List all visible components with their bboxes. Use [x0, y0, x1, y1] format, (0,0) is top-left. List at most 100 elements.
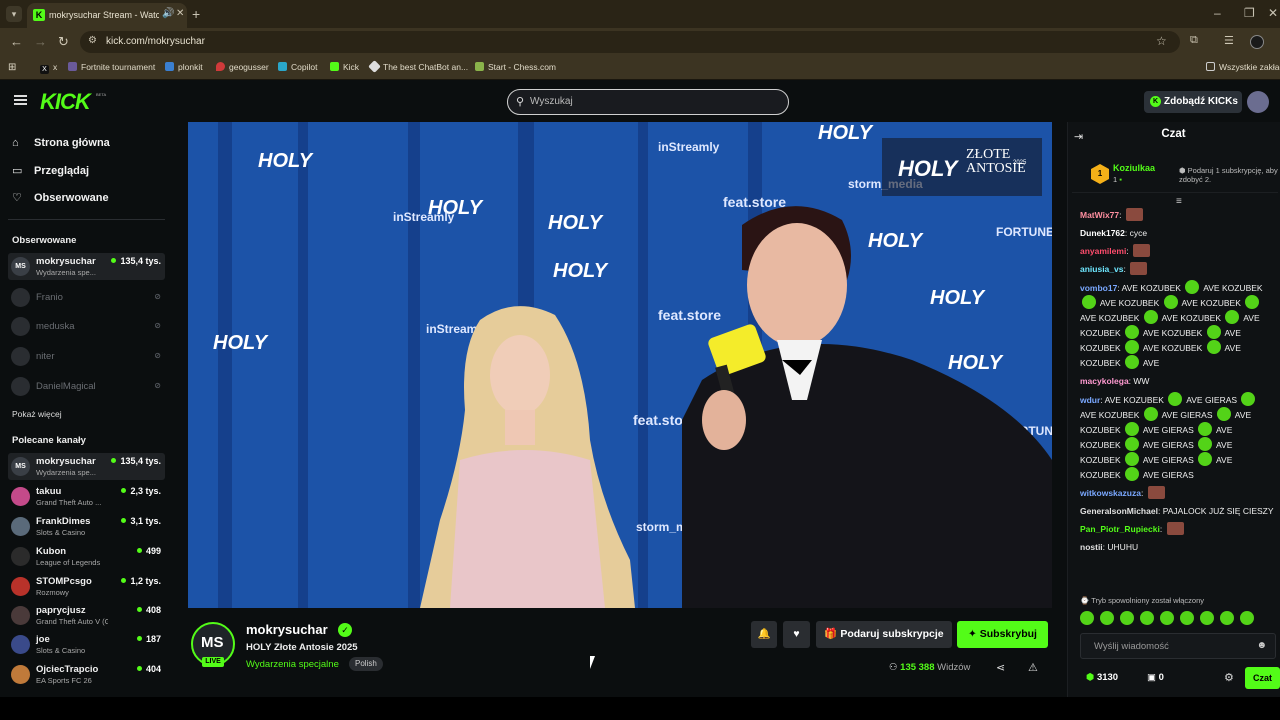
reload-icon[interactable]: ↻: [58, 34, 69, 50]
emote-icon[interactable]: [1080, 611, 1094, 625]
kicks-balance[interactable]: ▣ 0: [1147, 672, 1164, 683]
subscribe-button[interactable]: ✦ Subskrybuj: [957, 621, 1048, 648]
bookmark-plonkit[interactable]: plonkit: [165, 62, 203, 72]
send-chat-button[interactable]: Czat: [1245, 667, 1280, 689]
speaker-icon[interactable]: 🔊: [162, 8, 174, 19]
chat-input[interactable]: Wyślij wiadomość ☻: [1080, 633, 1276, 659]
close-window-icon[interactable]: ✕: [1268, 6, 1278, 20]
backdrop-logo: HOLY: [548, 212, 603, 234]
search-input[interactable]: ⚲ Wyszukaj: [507, 89, 789, 115]
chat-username[interactable]: Dunek1762: [1080, 228, 1125, 238]
nav-following[interactable]: ♡ Obserwowane: [12, 191, 109, 204]
url-field[interactable]: ⚙ kick.com/mokrysuchar: [80, 31, 1180, 53]
channel-category: EA Sports FC 26: [36, 676, 92, 685]
bookmark-kick[interactable]: Kick: [330, 62, 359, 72]
emote-icon[interactable]: [1120, 611, 1134, 625]
sidebar-icon[interactable]: ☰: [1224, 34, 1234, 47]
recommended-channel[interactable]: FrankDimes Slots & Casino 3,1 tys.: [8, 513, 165, 540]
emote-icon[interactable]: [1160, 611, 1174, 625]
minimize-icon[interactable]: –: [1214, 6, 1221, 20]
streamer-name[interactable]: mokrysuchar: [246, 622, 328, 637]
bookmark-chatbot[interactable]: The best ChatBot an...: [368, 60, 468, 73]
apps-icon[interactable]: ⊞: [8, 62, 16, 73]
following-channel[interactable]: meduska ⊘: [8, 313, 165, 340]
following-channel[interactable]: MS mokrysuchar Wydarzenia spe... 135,4 t…: [8, 253, 165, 280]
chat-username[interactable]: MatWix77: [1080, 210, 1119, 220]
recommended-channel[interactable]: MS mokrysuchar Wydarzenia spe... 135,4 tys.: [8, 453, 165, 480]
emote-icon[interactable]: [1220, 611, 1234, 625]
user-avatar[interactable]: [1247, 91, 1269, 113]
star-icon: ✦: [968, 628, 980, 640]
follow-button[interactable]: ♥: [783, 621, 810, 648]
site-info-icon[interactable]: ⚙: [88, 35, 97, 46]
menu-icon[interactable]: [14, 95, 27, 105]
language-tag[interactable]: Polish: [349, 657, 383, 671]
stream-title: HOLY Złote Antosie 2025: [246, 642, 358, 653]
nav-home[interactable]: ⌂ Strona główna: [12, 137, 110, 149]
bookmark-x[interactable]: Xx: [40, 62, 57, 74]
channel-points[interactable]: ⬢ 3130: [1086, 672, 1118, 683]
chat-username[interactable]: witkowskazuza: [1080, 488, 1141, 498]
bookmark-fortnite[interactable]: Fortnite tournament: [68, 62, 155, 72]
browser-tab-active[interactable]: K mokrysuchar Stream - Watc 🔊 ✕: [27, 3, 187, 28]
report-icon[interactable]: ⚠: [1028, 661, 1038, 674]
tab-search-icon[interactable]: ▾: [6, 6, 22, 22]
channel-avatar: [11, 547, 30, 566]
profile-icon[interactable]: [1250, 35, 1264, 49]
recommended-channel[interactable]: Kubon League of Legends 499: [8, 543, 165, 570]
emote-icon[interactable]: [1140, 611, 1154, 625]
chat-username[interactable]: nostii: [1080, 542, 1103, 552]
bookmark-geogusser[interactable]: geogusser: [216, 62, 269, 72]
bookmark-chess[interactable]: Start - Chess.com: [475, 62, 556, 72]
recommended-channel[interactable]: joe Slots & Casino 187: [8, 631, 165, 658]
channel-viewers: 135,4 tys.: [111, 256, 161, 266]
channel-avatar: [11, 635, 30, 654]
emote-icon[interactable]: [1180, 611, 1194, 625]
channel-category: Rozmowy: [36, 588, 69, 597]
recommended-channel[interactable]: OjciecTrapcio EA Sports FC 26 404: [8, 661, 165, 688]
show-more-link[interactable]: Pokaż więcej: [12, 409, 62, 419]
emoji-icon[interactable]: ☻: [1256, 640, 1267, 651]
recommended-channel[interactable]: STOMPcsgo Rozmowy 1,2 tys.: [8, 573, 165, 600]
plonkit-icon: [165, 62, 174, 71]
channel-category: Wydarzenia spe...: [36, 268, 96, 277]
expand-icon[interactable]: ≡: [1176, 196, 1182, 207]
chat-message: anyamilemi:: [1080, 244, 1274, 258]
recommended-channel[interactable]: paprycjuszGrand Theft Auto V (G... 408: [8, 602, 165, 629]
emote-icon[interactable]: [1200, 611, 1214, 625]
channel-avatar: [11, 665, 30, 684]
following-channel[interactable]: Franio ⊘: [8, 284, 165, 311]
share-icon[interactable]: ⋖: [996, 661, 1005, 674]
chat-username[interactable]: aniusia_vs: [1080, 264, 1123, 274]
bookmark-all[interactable]: Wszystkie zakład: [1206, 62, 1280, 72]
notification-bell-button[interactable]: 🔔: [751, 621, 777, 648]
chat-username[interactable]: macykolega: [1080, 376, 1129, 386]
back-icon[interactable]: ←: [10, 34, 23, 49]
recommended-channel[interactable]: takuu Grand Theft Auto ... 2,3 tys.: [8, 483, 165, 510]
chat-username[interactable]: wdur: [1080, 395, 1100, 405]
emote-icon[interactable]: [1100, 611, 1114, 625]
chat-username[interactable]: Pan_Piotr_Rupiecki: [1080, 524, 1160, 534]
chat-username[interactable]: GeneralsonMichael: [1080, 506, 1158, 516]
chat-username[interactable]: vombo17: [1080, 283, 1117, 293]
kick-logo[interactable]: KICK: [40, 89, 91, 115]
emote-icon: [1163, 295, 1178, 309]
extensions-icon[interactable]: ⧉: [1190, 34, 1198, 47]
bookmark-copilot[interactable]: Copilot: [278, 62, 317, 72]
emote-icon[interactable]: [1240, 611, 1254, 625]
following-channel[interactable]: niter ⊘: [8, 343, 165, 370]
close-tab-icon[interactable]: ✕: [176, 8, 184, 19]
following-channel[interactable]: DanielMagical ⊘: [8, 373, 165, 400]
new-tab-icon[interactable]: +: [192, 6, 200, 22]
bookmark-star-icon[interactable]: ☆: [1156, 34, 1167, 48]
chat-username[interactable]: anyamilemi: [1080, 246, 1126, 256]
stream-category[interactable]: Wydarzenia specjalne: [246, 659, 339, 670]
forward-icon[interactable]: →: [34, 34, 47, 49]
nav-browse[interactable]: ▭ Przeglądaj: [12, 164, 89, 177]
gift-subscription-button[interactable]: 🎁 Podaruj subskrypcje: [816, 621, 952, 648]
get-kicks-button[interactable]: K Zdobądź KICKs: [1144, 91, 1242, 113]
maximize-icon[interactable]: ❐: [1244, 6, 1255, 20]
emote-quick-row[interactable]: [1080, 611, 1260, 630]
channel-category: Grand Theft Auto V (G...: [36, 617, 108, 626]
chat-settings-icon[interactable]: ⚙: [1224, 671, 1234, 684]
